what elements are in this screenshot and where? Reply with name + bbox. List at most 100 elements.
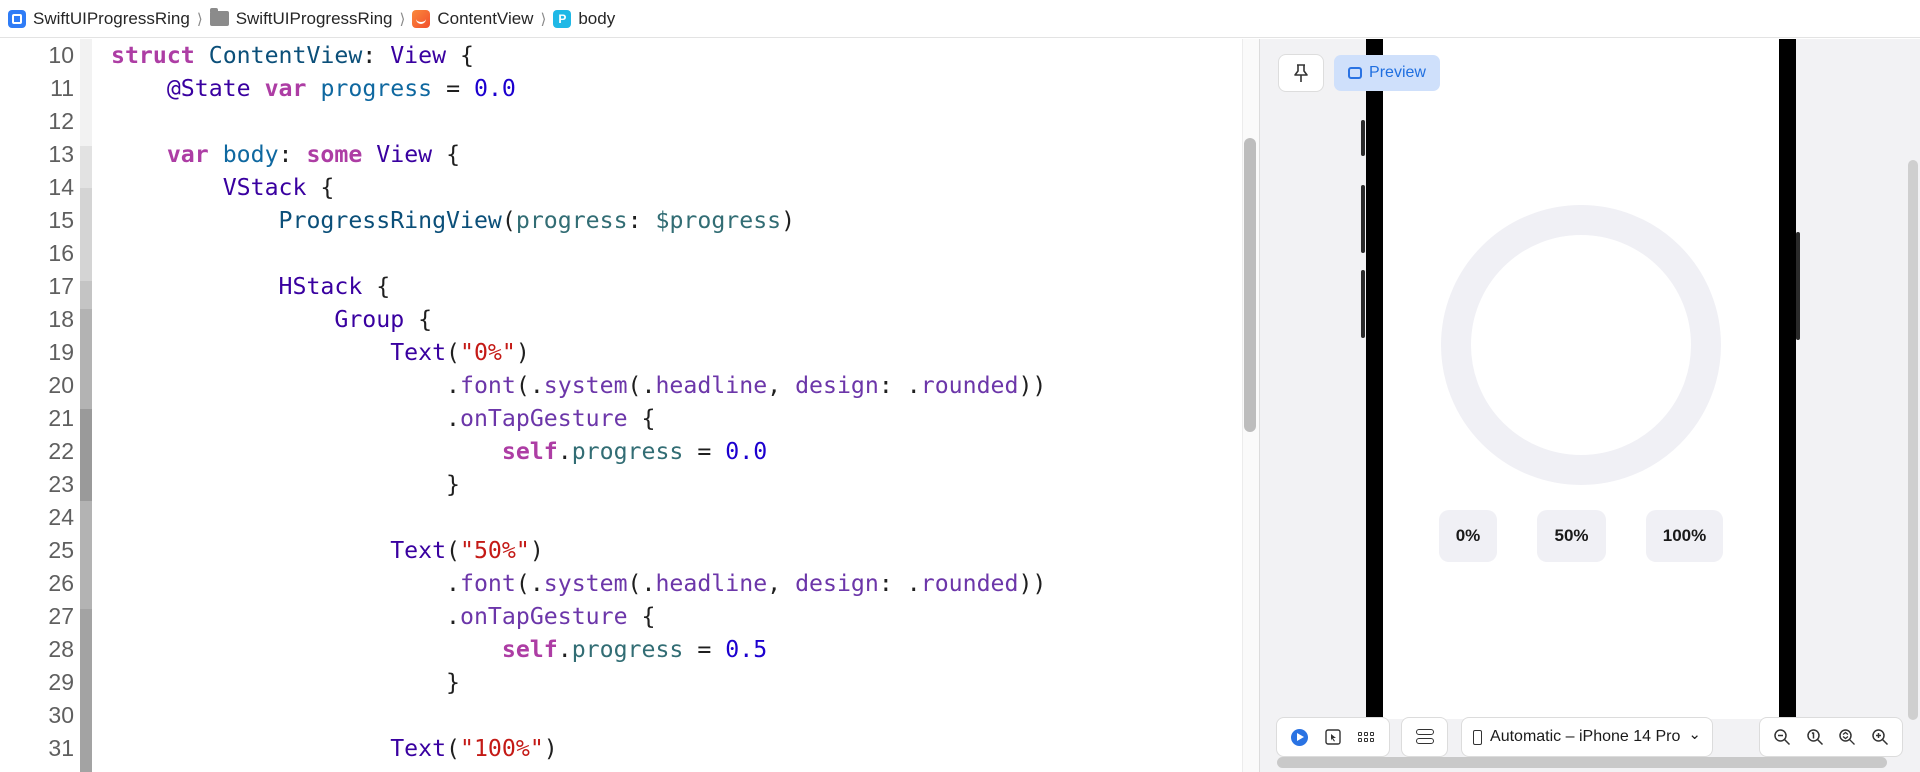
progress-50-button[interactable]: 50% (1537, 510, 1606, 562)
code-token: { (627, 603, 656, 630)
breadcrumb-item-group[interactable]: SwiftUIProgressRing (209, 8, 393, 29)
device-selector[interactable]: Automatic – iPhone 14 Pro ⌄ (1462, 718, 1712, 756)
code-text[interactable]: VStack { (111, 171, 335, 204)
pin-preview-button[interactable] (1279, 55, 1323, 91)
code-token: )) (1018, 570, 1047, 597)
line-number: 14 (48, 174, 74, 200)
code-token: design (795, 372, 879, 399)
live-mode-button[interactable] (1288, 725, 1312, 749)
code-token: Text (390, 339, 447, 366)
code-text[interactable]: Text("50%") (111, 534, 544, 567)
code-text[interactable]: self.progress = 0.0 (111, 435, 767, 468)
code-token: font (460, 570, 516, 597)
breadcrumb: SwiftUIProgressRing ⟩ SwiftUIProgressRin… (0, 0, 1920, 38)
code-text[interactable]: .font(.system(.headline, design: .rounde… (111, 369, 1046, 402)
code-token: VStack (222, 174, 307, 201)
line-number: 27 (48, 603, 74, 629)
line-number: 10 (48, 42, 74, 68)
code-text[interactable]: } (111, 468, 460, 501)
device-volume-down-button (1361, 270, 1365, 338)
play-icon (1291, 728, 1309, 746)
code-token: : . (878, 570, 921, 597)
code-folding-ribbon[interactable] (80, 39, 92, 772)
code-token: ContentView (208, 42, 363, 69)
line-number: 16 (48, 240, 74, 266)
code-text[interactable]: .onTapGesture { (111, 600, 655, 633)
code-token: = (683, 636, 726, 663)
chevron-down-icon: ⌄ (1688, 726, 1701, 743)
line-number: 25 (48, 537, 74, 563)
variants-grid-button[interactable] (1354, 725, 1378, 749)
code-token: rounded (920, 570, 1019, 597)
line-number: 28 (48, 636, 74, 662)
zoom-fit-icon (1839, 729, 1856, 745)
device-settings-group (1402, 718, 1447, 756)
code-text[interactable]: Text("100%") (111, 732, 558, 765)
selectable-mode-button[interactable] (1321, 725, 1345, 749)
code-token: ( (446, 735, 461, 762)
preview-mode-group (1277, 718, 1389, 756)
line-number: 15 (48, 207, 74, 233)
code-token: onTapGesture (460, 603, 628, 630)
preview-tab-label: Preview (1369, 64, 1426, 81)
code-token: progress (320, 75, 433, 102)
device-volume-up-button (1361, 185, 1365, 253)
code-text[interactable]: Group { (111, 303, 432, 336)
code-text[interactable]: } (111, 666, 460, 699)
canvas-vertical-scrollbar[interactable] (1908, 160, 1918, 720)
breadcrumb-label: SwiftUIProgressRing (235, 8, 393, 28)
line-number: 19 (48, 339, 74, 365)
code-text[interactable]: self.progress = 0.5 (111, 633, 767, 666)
canvas-horizontal-scrollbar[interactable] (1277, 757, 1887, 768)
code-text[interactable]: .font(.system(.headline, design: .rounde… (111, 567, 1046, 600)
code-token: "100%" (460, 735, 544, 762)
code-token: body (222, 141, 279, 168)
preview-tab[interactable]: Preview (1334, 55, 1440, 91)
code-token: View (376, 141, 433, 168)
code-text[interactable]: Text("0%") (111, 336, 530, 369)
code-text[interactable]: struct ContentView: View { (111, 39, 474, 72)
code-text[interactable]: @State var progress = 0.0 (111, 72, 516, 105)
code-token: "0%" (460, 339, 516, 366)
editor-scrollbar[interactable] (1244, 138, 1256, 432)
code-token: ) (781, 207, 796, 234)
zoom-out-button[interactable] (1770, 725, 1794, 749)
device-settings-button[interactable] (1413, 725, 1437, 749)
breadcrumb-item-symbol[interactable]: P body (553, 9, 615, 29)
breadcrumb-item-file[interactable]: ContentView (412, 9, 533, 29)
breadcrumb-label: SwiftUIProgressRing (33, 8, 190, 28)
zoom-to-fit-button[interactable] (1835, 725, 1859, 749)
code-token: { (446, 42, 474, 69)
code-text[interactable]: .onTapGesture { (111, 402, 655, 435)
code-token: . (111, 405, 461, 432)
code-token: var (166, 141, 209, 168)
source-editor[interactable]: 10 struct ContentView: View {11 @State va… (0, 39, 1242, 772)
code-token: , (767, 570, 796, 597)
code-text[interactable]: ProgressRingView(progress: $progress) (111, 204, 796, 237)
code-token: { (404, 306, 433, 333)
pin-icon (1294, 64, 1308, 82)
code-token: struct (111, 42, 195, 69)
progress-100-button[interactable]: 100% (1646, 510, 1723, 562)
chevron-right-icon: ⟩ (196, 10, 203, 28)
progress-0-button[interactable]: 0% (1439, 510, 1497, 562)
zoom-actual-size-button[interactable] (1803, 725, 1827, 749)
code-token: some (306, 141, 363, 168)
chevron-right-icon: ⟩ (399, 10, 406, 28)
code-text[interactable]: HStack { (111, 270, 391, 303)
code-token: headline (655, 570, 768, 597)
code-token: . (557, 636, 572, 663)
progress-ring (1441, 205, 1721, 485)
code-token: HStack (278, 273, 363, 300)
code-text[interactable]: var body: some View { (111, 138, 460, 171)
code-token: { (627, 405, 656, 432)
zoom-in-button[interactable] (1868, 725, 1892, 749)
device-selector-label: Automatic – iPhone 14 Pro (1490, 728, 1681, 745)
breadcrumb-item-project[interactable]: SwiftUIProgressRing (8, 9, 190, 29)
code-token: : (278, 141, 307, 168)
code-token: ProgressRingView (278, 207, 502, 234)
